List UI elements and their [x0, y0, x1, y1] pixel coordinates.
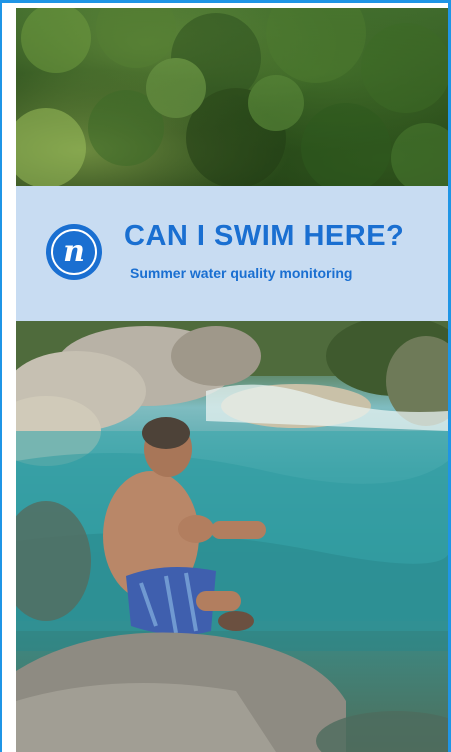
logo-letter: n [51, 229, 97, 275]
forest-photo [6, 0, 451, 193]
poster-frame: n CAN I SWIM HERE? Summer water quality … [0, 0, 451, 752]
river-swimmer-photo [16, 321, 448, 752]
banner-title: CAN I SWIM HERE? [124, 220, 405, 252]
forest-foliage [6, 0, 451, 193]
river-scene [16, 321, 448, 752]
banner-subtitle: Summer water quality monitoring [130, 265, 353, 281]
frame-edge-left [0, 0, 2, 752]
frame-edge-top [0, 0, 451, 3]
swim-logo-icon: n [46, 224, 102, 280]
